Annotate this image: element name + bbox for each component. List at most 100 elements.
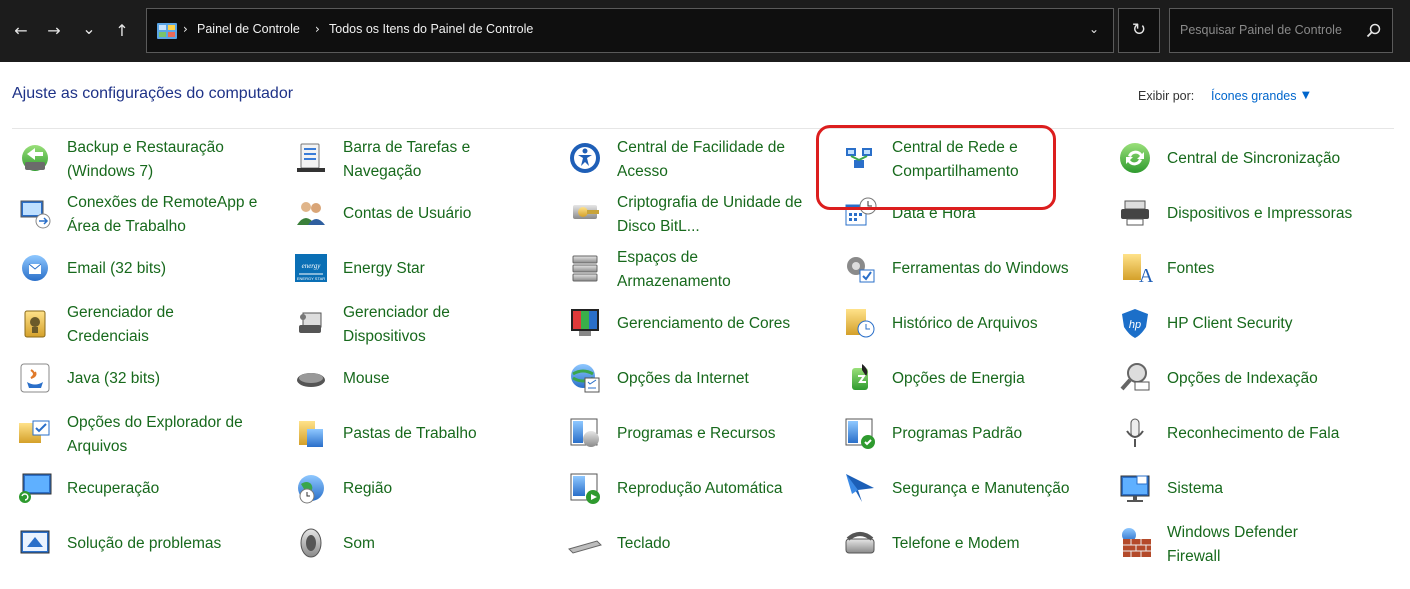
item-label[interactable]: Segurança e Manutenção — [892, 477, 1070, 500]
view-by-dropdown[interactable]: Ícones grandes — [1211, 89, 1296, 103]
item-label[interactable]: Dispositivos — [343, 325, 426, 348]
control-panel-item[interactable]: Som — [293, 521, 561, 571]
item-label[interactable]: Programas e Recursos — [617, 422, 776, 445]
control-panel-item[interactable]: Programas e Recursos — [567, 411, 835, 461]
item-label[interactable]: Histórico de Arquivos — [892, 312, 1038, 335]
control-panel-item[interactable]: Segurança e Manutenção — [842, 466, 1110, 516]
chevron-down-icon[interactable]: ⌄ — [1089, 22, 1099, 36]
item-label[interactable]: Opções da Internet — [617, 367, 749, 390]
control-panel-item[interactable]: hp HP Client Security — [1117, 301, 1385, 351]
item-label[interactable]: Dispositivos e Impressoras — [1167, 202, 1352, 225]
item-label[interactable]: Reconhecimento de Fala — [1167, 422, 1339, 445]
item-label[interactable]: Espaços de — [617, 246, 698, 269]
item-label[interactable]: Barra de Tarefas e — [343, 136, 470, 159]
control-panel-item[interactable]: Programas Padrão — [842, 411, 1110, 461]
item-label[interactable]: Firewall — [1167, 545, 1220, 568]
item-label[interactable]: Mouse — [343, 367, 390, 390]
item-label[interactable]: Teclado — [617, 532, 670, 555]
address-bar[interactable]: › Painel de Controle › Todos os Itens do… — [146, 8, 1114, 53]
item-label[interactable]: Criptografia de Unidade de — [617, 191, 802, 214]
item-label[interactable]: HP Client Security — [1167, 312, 1292, 335]
item-label[interactable]: Opções de Energia — [892, 367, 1025, 390]
control-panel-item[interactable]: Reconhecimento de Fala — [1117, 411, 1385, 461]
item-label[interactable]: Região — [343, 477, 392, 500]
item-label[interactable]: Credenciais — [67, 325, 149, 348]
item-label[interactable]: Windows Defender — [1167, 521, 1298, 544]
control-panel-item[interactable]: Email (32 bits) — [17, 246, 285, 296]
item-label[interactable]: Armazenamento — [617, 270, 731, 293]
control-panel-item[interactable]: Gerenciador de Dispositivos — [293, 301, 561, 351]
dropdown-arrow-icon[interactable]: ▼ — [1302, 90, 1310, 101]
item-label[interactable]: (Windows 7) — [67, 160, 153, 183]
control-panel-item[interactable]: Contas de Usuário — [293, 191, 561, 241]
search-input[interactable]: Pesquisar Painel de Controle — [1169, 8, 1393, 53]
item-label[interactable]: Navegação — [343, 160, 421, 183]
item-label[interactable]: Disco BitL... — [617, 215, 700, 238]
forward-icon[interactable]: → — [43, 20, 65, 42]
item-label[interactable]: Ferramentas do Windows — [892, 257, 1069, 280]
item-label[interactable]: Recuperação — [67, 477, 159, 500]
item-label[interactable]: Solução de problemas — [67, 532, 221, 555]
control-panel-item[interactable]: energy ENERGY STAR Energy Star — [293, 246, 561, 296]
up-icon[interactable]: ↑ — [111, 20, 133, 42]
control-panel-item[interactable]: Opções de Energia — [842, 356, 1110, 406]
control-panel-item[interactable]: Opções de Indexação — [1117, 356, 1385, 406]
control-panel-item[interactable]: Histórico de Arquivos — [842, 301, 1110, 351]
control-panel-item[interactable]: Windows Defender Firewall — [1117, 521, 1385, 571]
item-label[interactable]: Pastas de Trabalho — [343, 422, 477, 445]
item-label[interactable]: Fontes — [1167, 257, 1214, 280]
item-label[interactable]: Gerenciamento de Cores — [617, 312, 790, 335]
control-panel-item[interactable]: Opções da Internet — [567, 356, 835, 406]
item-label[interactable]: Reprodução Automática — [617, 477, 782, 500]
refresh-button[interactable]: ↻ — [1118, 8, 1160, 53]
control-panel-item[interactable]: Dispositivos e Impressoras — [1117, 191, 1385, 241]
control-panel-item[interactable]: Central de Facilidade de Acesso — [567, 136, 835, 186]
item-label[interactable]: Sistema — [1167, 477, 1223, 500]
control-panel-item[interactable]: Mouse — [293, 356, 561, 406]
back-icon[interactable]: ← — [10, 20, 32, 42]
item-label[interactable]: Conexões de RemoteApp e — [67, 191, 257, 214]
control-panel-item[interactable]: Backup e Restauração (Windows 7) — [17, 136, 285, 186]
item-label[interactable]: Opções do Explorador de — [67, 411, 243, 434]
control-panel-item[interactable]: Opções do Explorador de Arquivos — [17, 411, 285, 461]
control-panel-item[interactable]: Gerenciamento de Cores — [567, 301, 835, 351]
control-panel-item[interactable]: A Fontes — [1117, 246, 1385, 296]
control-panel-item[interactable]: Teclado — [567, 521, 835, 571]
control-panel-item[interactable]: Telefone e Modem — [842, 521, 1110, 571]
item-label[interactable]: Email (32 bits) — [67, 257, 166, 280]
item-label[interactable]: Som — [343, 532, 375, 555]
item-label[interactable]: Central de Facilidade de — [617, 136, 785, 159]
item-label[interactable]: Backup e Restauração — [67, 136, 224, 159]
item-label[interactable]: Gerenciador de — [67, 301, 174, 324]
item-label[interactable]: Área de Trabalho — [67, 215, 186, 238]
item-label[interactable]: Programas Padrão — [892, 422, 1022, 445]
control-panel-item[interactable]: Sistema — [1117, 466, 1385, 516]
control-panel-item[interactable]: Espaços de Armazenamento — [567, 246, 835, 296]
control-panel-item[interactable]: Java (32 bits) — [17, 356, 285, 406]
control-panel-item[interactable]: Solução de problemas — [17, 521, 285, 571]
item-label[interactable]: Arquivos — [67, 435, 127, 458]
recent-locations-icon[interactable]: ⌄ — [78, 18, 100, 40]
navigation-bar: ← → ⌄ ↑ › Painel de Controle › Todos os … — [0, 0, 1410, 62]
item-label[interactable]: Acesso — [617, 160, 668, 183]
search-icon[interactable] — [1366, 22, 1382, 38]
control-panel-item[interactable]: Conexões de RemoteApp e Área de Trabalho — [17, 191, 285, 241]
breadcrumb-all-items[interactable]: Todos os Itens do Painel de Controle — [329, 22, 533, 36]
item-label[interactable]: Telefone e Modem — [892, 532, 1020, 555]
item-label[interactable]: Opções de Indexação — [1167, 367, 1318, 390]
item-label[interactable]: Energy Star — [343, 257, 425, 280]
breadcrumb-control-panel[interactable]: Painel de Controle — [197, 22, 300, 36]
control-panel-item[interactable]: Central de Sincronização — [1117, 136, 1385, 186]
control-panel-item[interactable]: Região — [293, 466, 561, 516]
control-panel-item[interactable]: Recuperação — [17, 466, 285, 516]
control-panel-item[interactable]: Criptografia de Unidade de Disco BitL... — [567, 191, 835, 241]
item-label[interactable]: Java (32 bits) — [67, 367, 160, 390]
control-panel-item[interactable]: Ferramentas do Windows — [842, 246, 1110, 296]
control-panel-item[interactable]: Barra de Tarefas e Navegação — [293, 136, 561, 186]
control-panel-item[interactable]: Reprodução Automática — [567, 466, 835, 516]
control-panel-item[interactable]: Pastas de Trabalho — [293, 411, 561, 461]
item-label[interactable]: Gerenciador de — [343, 301, 450, 324]
control-panel-item[interactable]: Gerenciador de Credenciais — [17, 301, 285, 351]
item-label[interactable]: Contas de Usuário — [343, 202, 471, 225]
item-label[interactable]: Central de Sincronização — [1167, 147, 1340, 170]
